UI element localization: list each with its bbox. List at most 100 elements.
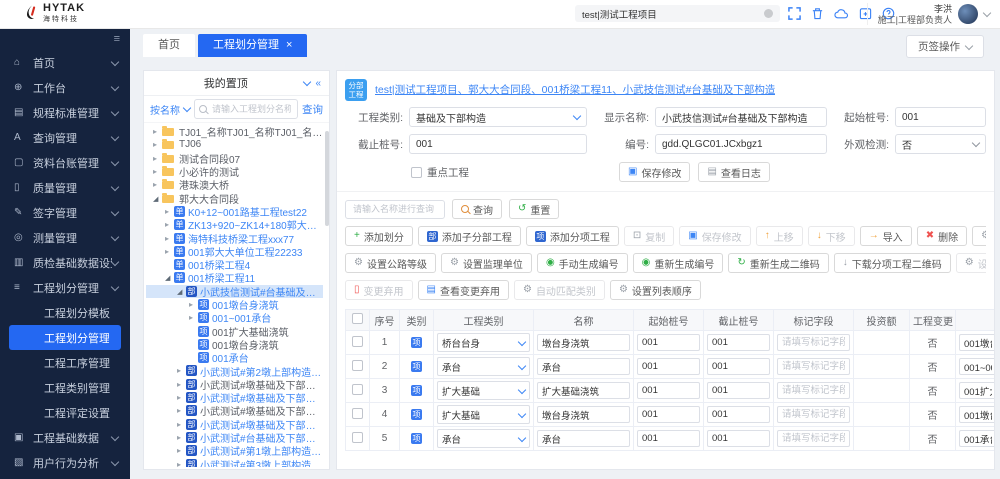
tree-node[interactable]: TJ06: [146, 138, 323, 151]
row-checkbox[interactable]: [352, 432, 363, 443]
query-button[interactable]: 查询: [452, 199, 502, 219]
row-category-select[interactable]: 扩大基础: [437, 381, 530, 400]
sidebar-subitem[interactable]: 工程类别管理: [0, 375, 130, 400]
code-input[interactable]: [655, 134, 827, 154]
page-operations-button[interactable]: 页签操作: [906, 35, 984, 58]
tree-node[interactable]: 部 小武测试#墩基础及下部构造: [146, 418, 323, 431]
tree-node[interactable]: 部 小武测试#墩基础及下部构造: [146, 391, 323, 404]
tree-node[interactable]: 单 K0+12~001路基工程test22: [146, 205, 323, 218]
toolbar-button[interactable]: 重新生成二维码: [728, 253, 828, 273]
fold-panel-icon[interactable]: «: [315, 78, 321, 89]
sidebar-item[interactable]: 规程标准管理: [0, 100, 130, 125]
avatar[interactable]: [958, 4, 978, 24]
tree-node[interactable]: 部 小武测试#墩基础及下部构造: [146, 404, 323, 417]
tree-node[interactable]: 项 001墩台身浇筑: [146, 338, 323, 351]
sidebar-subitem[interactable]: 工程工序管理: [0, 350, 130, 375]
row-extra-input[interactable]: [959, 406, 995, 423]
expand-arrow-icon[interactable]: [165, 206, 174, 217]
toolbar-button[interactable]: 保存修改: [679, 226, 750, 246]
row-extra-input[interactable]: [959, 382, 995, 399]
expand-arrow-icon[interactable]: [153, 126, 162, 137]
expand-arrow-icon[interactable]: [153, 179, 162, 190]
toolbar-button[interactable]: 自动匹配类别: [514, 280, 605, 300]
toolbar-button[interactable]: 删除: [917, 226, 967, 246]
chevron-down-icon[interactable]: [983, 9, 991, 17]
expand-arrow-icon[interactable]: [177, 392, 186, 403]
expand-arrow-icon[interactable]: [177, 459, 186, 467]
expand-arrow-icon[interactable]: [165, 219, 174, 230]
tree-node[interactable]: 小必许的测试: [146, 165, 323, 178]
tree-node[interactable]: 单 001桥梁工程4: [146, 258, 323, 271]
expand-arrow-icon[interactable]: [177, 445, 186, 456]
tree-node[interactable]: 项 001承台: [146, 351, 323, 364]
toolbar-button[interactable]: 上移: [756, 226, 803, 246]
expand-arrow-icon[interactable]: [177, 365, 186, 376]
expand-arrow-icon[interactable]: [177, 379, 186, 390]
row-start-input[interactable]: [637, 406, 700, 423]
toolbar-button[interactable]: 设置计量规则: [972, 226, 986, 246]
expand-arrow-icon[interactable]: [165, 272, 174, 283]
row-checkbox[interactable]: [352, 336, 363, 347]
row-mark-input[interactable]: [777, 406, 850, 423]
visual-check-select[interactable]: 否: [895, 134, 986, 154]
row-start-input[interactable]: [637, 430, 700, 447]
tree-node[interactable]: TJ01_名称TJ01_名称TJ01_名称TJ01_名称TJ0...: [146, 125, 323, 138]
weather-icon[interactable]: [834, 8, 849, 20]
row-name-input[interactable]: [537, 382, 630, 399]
sidebar-item[interactable]: 首页: [0, 50, 130, 75]
expand-arrow-icon[interactable]: [177, 405, 186, 416]
row-category-select[interactable]: 承台: [437, 429, 530, 448]
tree-node[interactable]: 单 海特科技桥梁工程xxx77: [146, 231, 323, 244]
project-selector[interactable]: test|测试工程项目: [575, 5, 780, 22]
expand-arrow-icon[interactable]: [189, 299, 198, 310]
sidebar-item[interactable]: 测量管理: [0, 225, 130, 250]
tree-node[interactable]: 测试合同段07: [146, 152, 323, 165]
tree-node[interactable]: 单 001桥梁工程11: [146, 271, 323, 284]
toolbar-button[interactable]: 添加分项工程: [526, 226, 619, 246]
breadcrumb[interactable]: test|测试工程项目、郭大大合同段、001桥梁工程11、小武技信测试#台基础及…: [375, 82, 775, 97]
trash-icon[interactable]: [811, 7, 824, 20]
sidebar-item[interactable]: 用户行为分析: [0, 450, 130, 475]
toolbar-button[interactable]: 添加划分: [345, 226, 413, 246]
sidebar-item[interactable]: 工作台: [0, 75, 130, 100]
start-stake-input[interactable]: [895, 107, 986, 127]
row-mark-input[interactable]: [777, 382, 850, 399]
tree-search-input[interactable]: [210, 103, 293, 115]
row-end-input[interactable]: [707, 382, 770, 399]
tree-node[interactable]: 项 001墩台身浇筑: [146, 298, 323, 311]
tree-scrollbar[interactable]: [325, 131, 329, 226]
toolbar-button[interactable]: 手动生成编号: [537, 253, 628, 273]
table-search-input[interactable]: [351, 203, 439, 215]
tab-home[interactable]: 首页: [143, 34, 195, 57]
clear-icon[interactable]: [764, 9, 773, 18]
toolbar-button[interactable]: 重新生成编号: [633, 253, 724, 273]
end-stake-input[interactable]: [409, 134, 587, 154]
row-name-input[interactable]: [537, 406, 630, 423]
view-log-button[interactable]: 查看日志: [698, 162, 769, 182]
sidebar-item[interactable]: 工程划分管理: [0, 275, 130, 300]
row-category-select[interactable]: 承台: [437, 357, 530, 376]
category-select[interactable]: 基础及下部构造: [409, 107, 587, 127]
tree-search-button[interactable]: 查询: [302, 102, 323, 117]
toolbar-button[interactable]: 设置工程类别: [956, 253, 986, 273]
toolbar-button[interactable]: 变更弃用: [345, 280, 413, 300]
toolbar-button[interactable]: 复制: [624, 226, 674, 246]
tree-node[interactable]: 项 001~001承台: [146, 311, 323, 324]
row-extra-input[interactable]: [959, 334, 995, 351]
toolbar-button[interactable]: 下移: [808, 226, 855, 246]
tree-node[interactable]: 郭大大合同段: [146, 191, 323, 204]
toolbar-button[interactable]: 设置列表顺序: [610, 280, 701, 300]
row-name-input[interactable]: [537, 334, 630, 351]
toolbar-button[interactable]: 设置公路等级: [345, 253, 436, 273]
tree-node[interactable]: 部 小武测试#第2墩上部构造现场浇筑: [146, 364, 323, 377]
tree-node[interactable]: 部 小武测试#第3墩上部构造现场浇筑: [146, 457, 323, 467]
sidebar-subitem[interactable]: 工程划分管理: [9, 325, 121, 350]
row-checkbox[interactable]: [352, 408, 363, 419]
expand-arrow-icon[interactable]: [177, 432, 186, 443]
row-end-input[interactable]: [707, 406, 770, 423]
row-checkbox[interactable]: [352, 360, 363, 371]
collapse-icon[interactable]: [303, 78, 311, 86]
tree-node[interactable]: 单 001郭大大单位工程22233: [146, 245, 323, 258]
tree-node[interactable]: 部 小武测试#台基础及下部构造: [146, 431, 323, 444]
row-start-input[interactable]: [637, 382, 700, 399]
